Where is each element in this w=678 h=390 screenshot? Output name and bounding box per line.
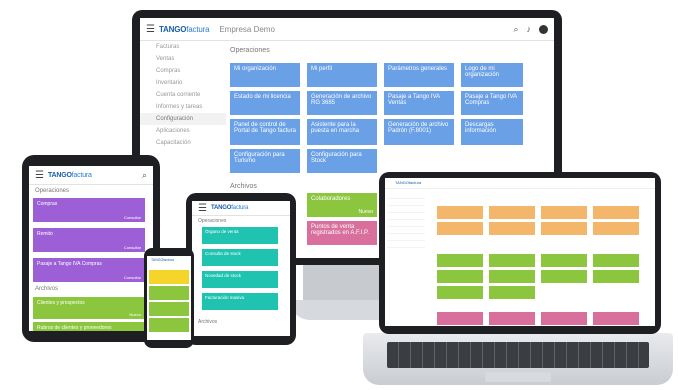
tile[interactable] — [437, 206, 483, 219]
laptop-lid: TANGOfactura — [379, 172, 661, 334]
small-tablet: ☰ TANGOfactura Operaciones Órgano de ven… — [186, 193, 296, 345]
tile[interactable] — [541, 270, 587, 283]
tablet: ☰ TANGOfactura ⌕ Operaciones Compras Cons… — [22, 155, 160, 342]
tile[interactable] — [437, 270, 483, 283]
tile[interactable] — [149, 318, 189, 332]
tile[interactable] — [437, 312, 483, 325]
company-selector[interactable]: Empresa Demo — [219, 25, 275, 34]
tile[interactable] — [149, 302, 189, 316]
tile[interactable]: Asistente para la puesta en marcha — [307, 119, 377, 145]
small-tablet-topbar: ☰ TANGOfactura — [192, 201, 290, 216]
tile[interactable]: Pasaje a Tango IVA Ventas — [384, 91, 454, 115]
search-icon[interactable]: ⌕ — [142, 170, 147, 181]
tile-action[interactable]: Nuevo — [359, 209, 373, 215]
monitor-topbar: ☰ TANGOfactura Empresa Demo ⌕ ♪ — [140, 18, 554, 41]
tile[interactable] — [489, 270, 535, 283]
tile[interactable]: Pasaje a Tango IVA Compras — [461, 91, 523, 115]
section-title: Operaciones — [198, 218, 227, 224]
tile[interactable]: Mi organización — [230, 63, 300, 87]
section-title: Archivos — [230, 183, 257, 190]
menu-icon[interactable]: ☰ — [35, 170, 44, 181]
tile[interactable]: Consulta de stock — [202, 249, 278, 266]
section-title: Operaciones — [230, 47, 270, 54]
tile[interactable]: Configuración para Stock — [307, 149, 377, 173]
phone-screen: TANGOfactura — [147, 256, 191, 340]
tile[interactable] — [489, 254, 535, 267]
laptop-sidebar — [387, 192, 425, 252]
tile[interactable] — [541, 312, 587, 325]
tile[interactable]: Generación de archivo Padrón (F.8001) — [384, 119, 454, 145]
tile[interactable] — [149, 270, 189, 284]
brand-logo[interactable]: TANGOfactura — [211, 205, 248, 211]
menu-icon[interactable]: ☰ — [198, 203, 207, 214]
phone: TANGOfactura — [144, 248, 194, 348]
sidebar-item[interactable]: Ventas — [140, 53, 226, 65]
sidebar-item[interactable]: Cuenta corriente — [140, 89, 226, 101]
laptop-trackpad — [485, 372, 551, 382]
tile[interactable]: Generación de archivo RG 3685 — [307, 91, 377, 115]
tile[interactable]: Logo de mi organización — [461, 63, 523, 87]
avatar[interactable] — [539, 24, 548, 34]
sidebar-item[interactable]: Facturas — [140, 41, 226, 53]
tile[interactable] — [437, 222, 483, 235]
tile[interactable]: Facturación masiva — [202, 293, 278, 310]
tile[interactable] — [593, 254, 639, 267]
sidebar-item[interactable]: Inventario — [140, 77, 226, 89]
tile-puntos-venta[interactable]: Puntos de venta registrados en A.F.I.P. — [307, 221, 377, 245]
sidebar-item[interactable]: Informes y tareas — [140, 101, 226, 113]
tile[interactable] — [437, 286, 483, 299]
tile[interactable] — [593, 270, 639, 283]
tile[interactable]: Descargas información — [461, 119, 523, 145]
laptop-keyboard — [387, 342, 649, 368]
laptop-topbar: TANGOfactura — [385, 178, 655, 189]
tile[interactable] — [593, 206, 639, 219]
brand-logo[interactable]: TANGOfactura — [159, 25, 210, 34]
tile[interactable] — [593, 222, 639, 235]
tile[interactable]: Mi perfil — [307, 63, 377, 87]
tile[interactable] — [489, 206, 535, 219]
tile[interactable]: Panel de control de Portal de Tango fact… — [230, 119, 300, 145]
tile[interactable] — [541, 254, 587, 267]
section-title: Archivos — [35, 286, 59, 292]
tile[interactable] — [541, 206, 587, 219]
section-title: Operaciones — [35, 188, 70, 194]
sidebar-item-configuracion[interactable]: Configuración — [140, 113, 226, 125]
tile[interactable]: Configuración para Turismo — [230, 149, 300, 173]
tile[interactable] — [489, 286, 535, 299]
tablet-screen: ☰ TANGOfactura ⌕ Operaciones Compras Cons… — [29, 166, 153, 331]
small-tablet-screen: ☰ TANGOfactura Operaciones Órgano de ven… — [192, 201, 290, 336]
tile[interactable] — [149, 286, 189, 300]
tile-colaboradores[interactable]: Colaboradores Nuevo — [307, 193, 377, 217]
search-icon[interactable]: ⌕ — [513, 24, 518, 35]
tile[interactable] — [437, 254, 483, 267]
tile[interactable] — [489, 222, 535, 235]
tile-pasaje-iva[interactable]: Pasaje a Tango IVA Compras Consultar — [33, 258, 145, 282]
laptop-screen: TANGOfactura — [385, 178, 655, 326]
tile[interactable]: Parámetros generales — [384, 63, 454, 87]
tile-remito[interactable]: Remito Consultar — [33, 228, 145, 252]
tile-clientes[interactable]: Clientes y prospectos Nuevo — [33, 297, 145, 319]
brand-logo[interactable]: TANGOfactura — [48, 172, 92, 179]
sidebar-item[interactable]: Aplicaciones — [140, 125, 226, 137]
tile[interactable]: Novedad de stock — [202, 271, 278, 288]
tile-rubros[interactable]: Rubros de clientes y proveedores — [33, 322, 145, 331]
tile-compras[interactable]: Compras Consultar — [33, 198, 145, 222]
tile[interactable]: Órgano de venta — [202, 227, 278, 244]
tile[interactable]: Estado de mi licencia — [230, 91, 300, 115]
sidebar-item[interactable]: Capacitación — [140, 137, 226, 149]
monitor-stand-neck — [303, 262, 387, 304]
tile[interactable] — [541, 222, 587, 235]
tile[interactable] — [593, 312, 639, 325]
tablet-topbar: ☰ TANGOfactura ⌕ — [29, 166, 153, 185]
tile[interactable] — [489, 312, 535, 325]
bell-icon[interactable]: ♪ — [527, 24, 532, 34]
phone-topbar: TANGOfactura — [151, 258, 174, 262]
section-title: Archivos — [198, 319, 218, 325]
menu-icon[interactable]: ☰ — [146, 24, 155, 35]
sidebar-item[interactable]: Compras — [140, 65, 226, 77]
